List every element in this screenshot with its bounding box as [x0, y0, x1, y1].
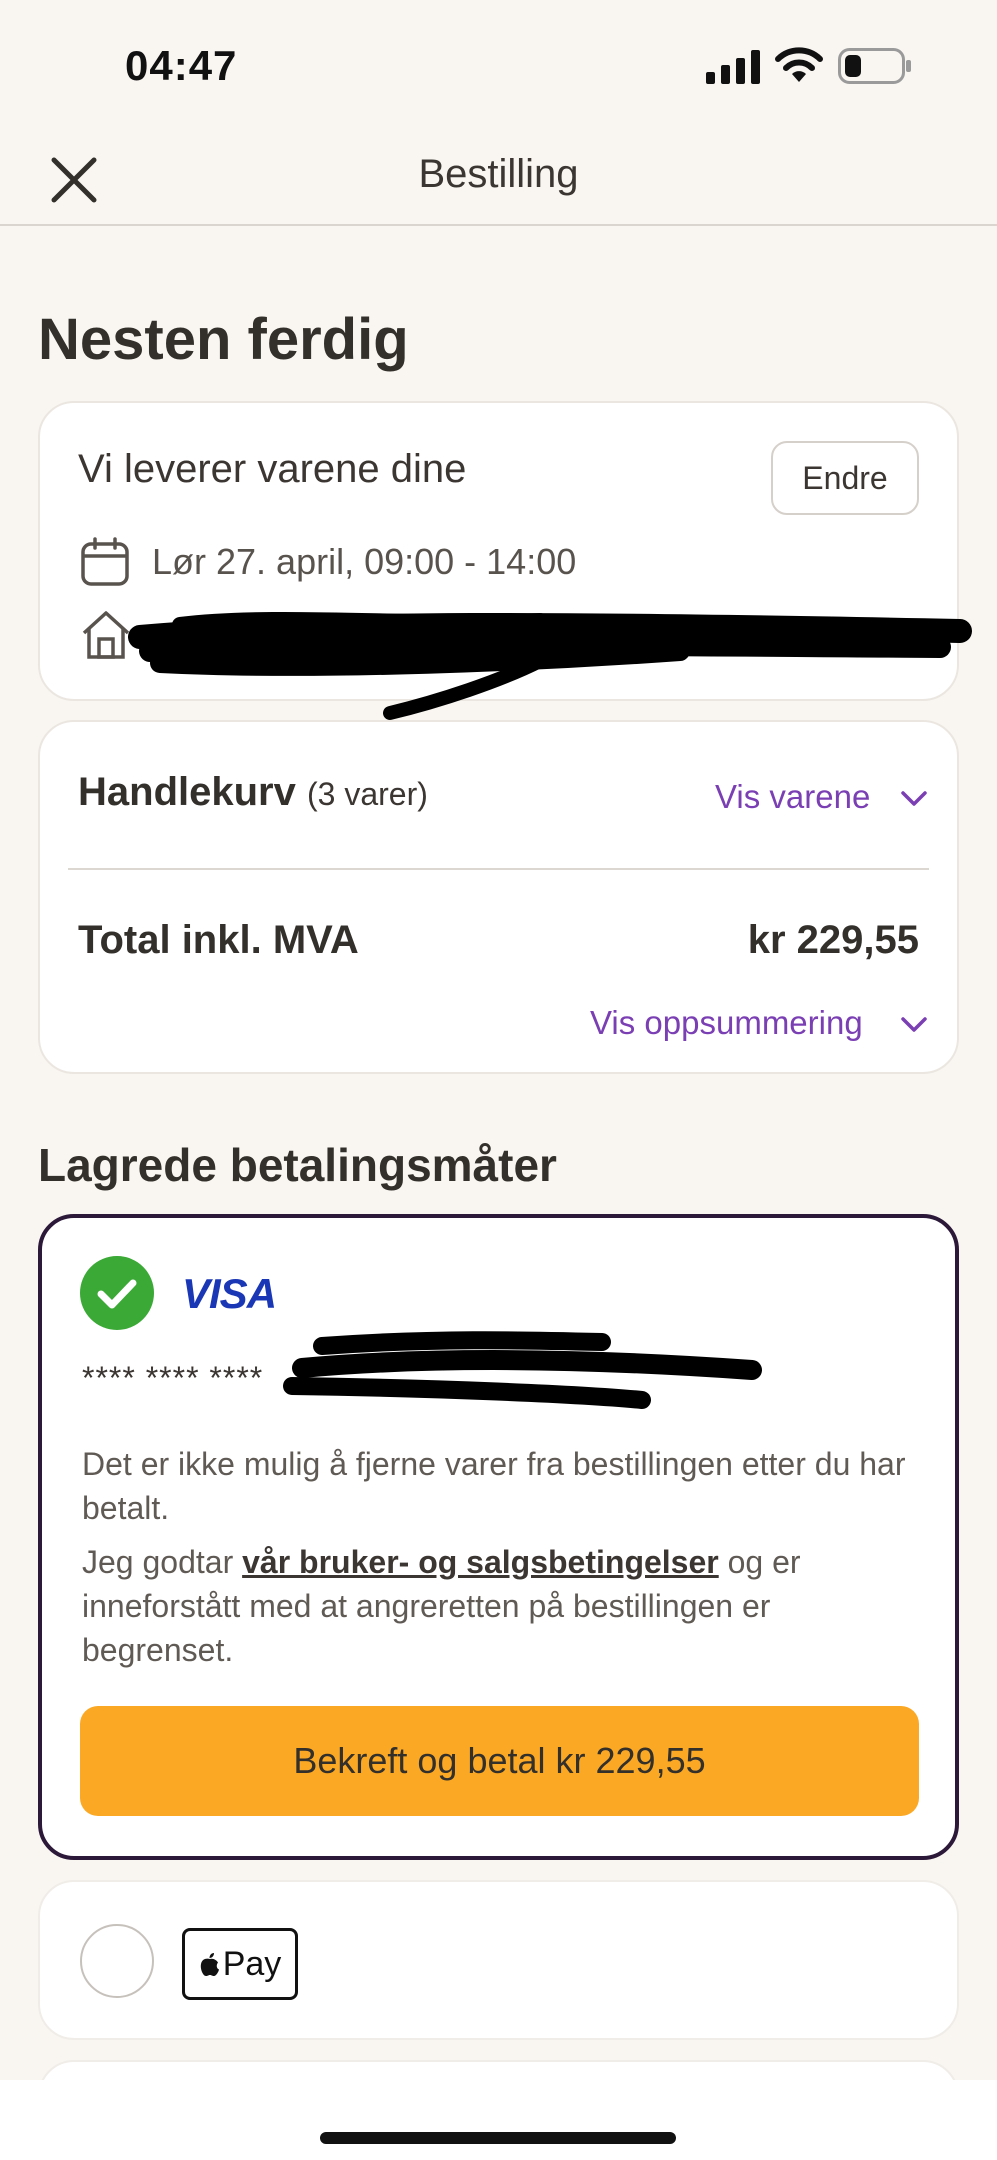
calendar-icon — [81, 537, 129, 586]
redacted-card-number — [283, 1331, 762, 1409]
confirm-and-pay-button[interactable]: Bekreft og betal kr 229,55 — [80, 1706, 919, 1816]
status-bar: 04:47 — [0, 0, 997, 130]
show-summary-link[interactable]: Vis oppsummering — [590, 1004, 863, 1042]
card-number-mask: **** **** **** — [82, 1360, 264, 1396]
apple-pay-text: Pay — [222, 1944, 282, 1983]
nav-bar: Bestilling — [0, 130, 997, 226]
cart-title: Handlekurv (3 varer) — [78, 770, 428, 815]
saved-payment-methods-title: Lagrede betalingsmåter — [38, 1139, 557, 1191]
home-indicator[interactable] — [320, 2132, 676, 2144]
show-items-link[interactable]: Vis varene — [715, 778, 870, 816]
terms-link[interactable]: vår bruker- og salgsbetingelser — [242, 1544, 719, 1580]
nav-title: Bestilling — [418, 152, 579, 196]
apple-icon — [200, 1953, 219, 1976]
cart-divider — [68, 868, 929, 870]
page-title: Nesten ferdig — [38, 307, 409, 372]
cart-card: Handlekurv (3 varer) Vis varene Total in… — [38, 720, 959, 1074]
redacted-address — [128, 611, 972, 720]
wifi-icon — [775, 47, 823, 82]
chevron-down-icon[interactable] — [900, 1016, 928, 1034]
total-label: Total inkl. MVA — [78, 918, 359, 962]
home-area — [0, 2080, 997, 2160]
terms-text: Jeg godtar vår bruker- og salgsbetingels… — [82, 1540, 922, 1672]
visa-payment-card[interactable]: VISA **** **** **** Det er ikke mulig å … — [38, 1214, 959, 1860]
cart-title-label: Handlekurv — [78, 770, 296, 814]
check-icon — [80, 1256, 154, 1330]
total-amount: kr 229,55 — [747, 918, 919, 962]
signal-icon — [706, 50, 760, 84]
no-remove-info: Det er ikke mulig å fjerne varer fra bes… — [82, 1446, 906, 1526]
delivery-date: Lør 27. april, 09:00 - 14:00 — [152, 541, 577, 582]
chevron-down-icon[interactable] — [900, 790, 928, 808]
delivery-title: Vi leverer varene dine — [78, 447, 467, 491]
visa-logo: VISA — [182, 1270, 277, 1317]
cart-count: (3 varer) — [306, 776, 428, 812]
terms-prefix: Jeg godtar — [82, 1544, 243, 1580]
delivery-card: Vi leverer varene dine Endre Lør 27. apr… — [38, 401, 972, 720]
battery-icon — [838, 48, 911, 84]
status-time: 04:47 — [125, 42, 238, 89]
apple-pay-radio[interactable] — [80, 1924, 154, 1998]
apple-pay-logo: Pay — [182, 1928, 298, 2000]
apple-pay-option[interactable]: Pay — [38, 1880, 959, 2040]
change-delivery-button[interactable]: Endre — [771, 441, 919, 515]
